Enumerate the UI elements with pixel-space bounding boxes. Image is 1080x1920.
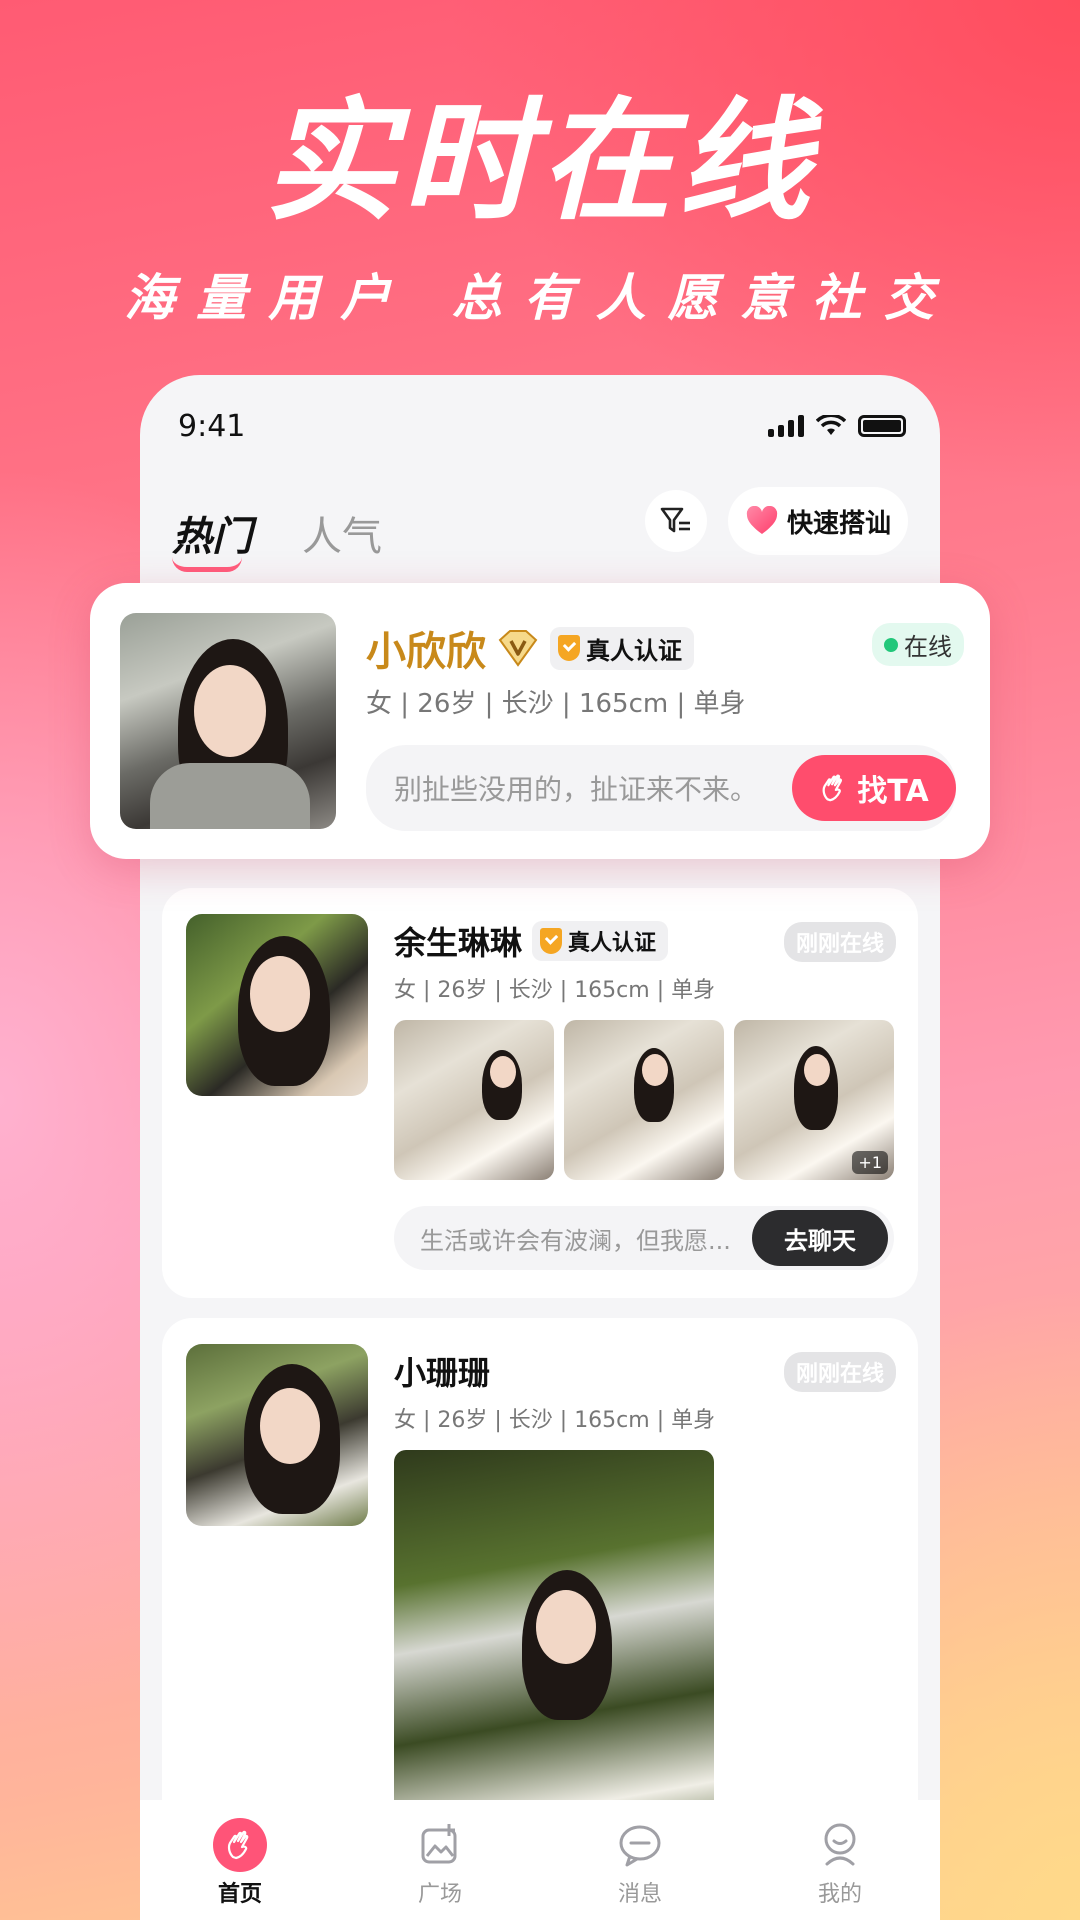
greeting-text: 别扯些没用的，扯证来不来。 [394,773,759,806]
profile-avatar[interactable] [120,613,336,829]
status-time: 9:41 [178,409,246,444]
quick-match-label: 快速搭讪 [786,508,891,539]
verified-badge: 真人认证 [550,626,694,670]
profile-name: 余生琳琳 [394,924,523,962]
quick-match-button[interactable]: 快速搭讪 [728,487,908,555]
profile-name-row: 小欣欣 真人认证 [366,619,694,677]
profile-photo-large[interactable] [394,1450,714,1850]
profile-photo[interactable] [564,1020,724,1180]
featured-profile-card[interactable]: 小欣欣 真人认证 在线 女 | 26岁 | 长沙 | 165cm | 单身 别扯… [90,583,990,859]
profile-info: 女 | 26岁 | 长沙 | 165cm | 单身 [394,1408,716,1433]
promo-subline: 海量用户 总有人愿意社交 [124,269,956,327]
battery-icon [858,415,906,437]
profile-card[interactable]: 余生琳琳 真人认证 刚刚在线 女 | 26岁 | 长沙 | 165cm | 单身… [162,888,918,1298]
verified-label: 真人认证 [586,636,682,665]
top-tabs: 热门 人气 [172,493,382,573]
shield-check-icon [540,928,563,954]
last-online-badge: 刚刚在线 [783,1352,896,1392]
last-online-badge: 刚刚在线 [783,922,896,962]
profile-name-row: 小珊珊 [394,1348,490,1394]
find-ta-button[interactable]: 找TA [792,755,956,821]
profile-name-row: 余生琳琳 真人认证 [394,918,669,964]
profile-name: 小欣欣 [366,629,486,675]
profile-avatar[interactable] [186,914,368,1096]
heart-icon [746,506,778,534]
bottom-tab-bar: 首页 广场 消息 我的 [140,1800,940,1920]
tab-home[interactable]: 首页 [180,1818,300,1908]
profile-info: 女 | 26岁 | 长沙 | 165cm | 单身 [394,978,716,1003]
tab-me-label: 我的 [817,1882,862,1907]
more-photos-count: +1 [852,1151,888,1174]
profile-info: 女 | 26岁 | 长沙 | 165cm | 单身 [366,689,746,719]
promo-headline: 实时在线 [264,85,816,239]
profile-avatar[interactable] [186,1344,368,1526]
filter-button[interactable] [645,490,707,552]
tab-me[interactable]: 我的 [780,1818,900,1908]
tab-messages-label: 消息 [617,1882,662,1907]
profile-card[interactable]: 小珊珊 刚刚在线 女 | 26岁 | 长沙 | 165cm | 单身 [162,1318,918,1850]
tab-square-label: 广场 [417,1882,462,1907]
wifi-icon [816,415,846,435]
online-label: 在线 [904,633,952,661]
gallery-icon [421,1824,457,1864]
wave-hand-icon [822,774,843,802]
shield-check-icon [558,635,580,661]
tab-popular[interactable]: 人气 [302,504,382,562]
tab-messages[interactable]: 消息 [580,1818,700,1908]
profile-icon [824,1823,856,1866]
tab-home-label: 首页 [217,1882,262,1907]
status-icons [768,415,906,437]
tab-hot[interactable]: 热门 [172,504,252,572]
profile-photo[interactable] [394,1020,554,1180]
chat-bubble-icon [619,1825,661,1867]
chat-button[interactable]: 去聊天 [752,1210,888,1266]
online-badge: 在线 [872,623,964,666]
filter-icon [660,507,690,533]
profile-name: 小珊珊 [394,1354,491,1392]
signal-icon [768,415,804,437]
find-ta-label: 找TA [857,774,929,809]
greeting-text: 生活或许会有波澜，但我愿... [420,1226,731,1255]
wave-hand-icon [213,1818,267,1872]
verified-label: 真人认证 [568,931,657,956]
online-dot-icon [884,637,898,652]
profile-photo[interactable]: +1 [734,1020,894,1180]
verified-badge: 真人认证 [532,921,669,961]
status-bar: 9:41 [140,375,940,485]
tab-square[interactable]: 广场 [380,1818,500,1908]
v-diamond-badge-icon [498,630,538,667]
